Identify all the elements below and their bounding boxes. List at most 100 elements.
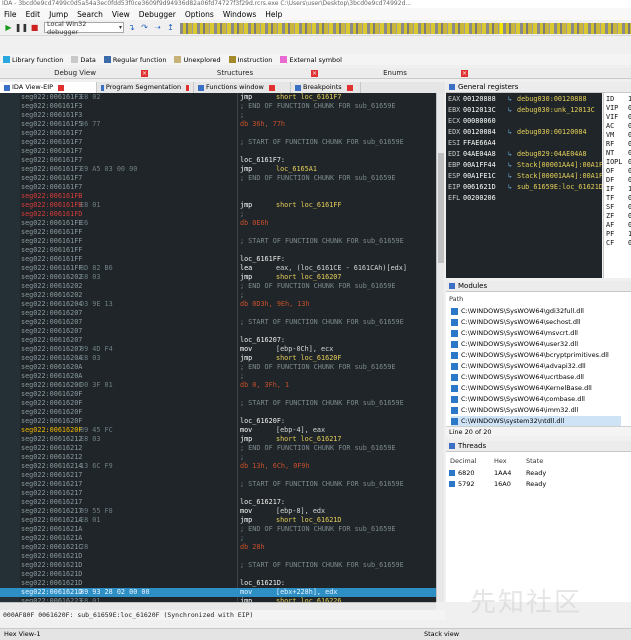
registers-panel[interactable]: EAX 00120888 ↳ debug030:00120888 EBX 0012013C…	[446, 93, 602, 278]
module-row[interactable]: C:\WINDOWS\system32\ntdll.dll	[451, 416, 621, 426]
module-row[interactable]: C:\WINDOWS\SysWOW64\ucrtbase.dll	[451, 372, 584, 382]
flag-row[interactable]: DF0	[606, 176, 631, 185]
module-row[interactable]: C:\WINDOWS\SysWOW64\user32.dll	[451, 339, 578, 349]
register-reference[interactable]: debug030:unk_12013C	[517, 106, 595, 114]
flag-row[interactable]: CF0	[606, 239, 631, 248]
close-icon[interactable]	[268, 84, 275, 91]
jump-arrow-icon[interactable]: ↳	[508, 183, 517, 192]
tab-hex-view[interactable]: Hex View-1	[4, 629, 41, 640]
jump-arrow-icon[interactable]: ↳	[508, 172, 517, 181]
code-line[interactable]: seg022:0061621A;	[0, 534, 436, 543]
flag-row[interactable]: IF1	[606, 185, 631, 194]
disassembly-view[interactable]: seg022:006161F3 E8 02 jmp short loc_6161F7 s…	[0, 93, 436, 602]
disassembly-horizontal-scrollbar[interactable]	[0, 602, 436, 610]
code-line[interactable]: seg022:00616207 loc_616207:	[0, 336, 436, 345]
code-line[interactable]: seg022:006161FF	[0, 228, 436, 237]
menu-item-debugger[interactable]: Debugger	[139, 10, 176, 19]
code-line[interactable]: seg022:0061621A E8 01 jmp short loc_61621D	[0, 516, 436, 525]
code-line[interactable]: seg022:006161FF loc_6161FF:	[0, 255, 436, 264]
menu-item-edit[interactable]: Edit	[26, 10, 41, 19]
code-line[interactable]: seg022:006161FB	[0, 192, 436, 201]
flag-row[interactable]: VIP0	[606, 104, 631, 113]
code-line[interactable]: seg022:00616202 E8 03 jmp short loc_616207	[0, 273, 436, 282]
code-line[interactable]: seg022:00616212;	[0, 453, 436, 462]
code-line[interactable]: seg022:006161FE E6 db 0E6h	[0, 219, 436, 228]
register-value[interactable]: 00120888	[463, 95, 508, 104]
flag-row[interactable]: NT0	[606, 149, 631, 158]
register-row[interactable]: ESI FFAE66A4	[448, 139, 508, 148]
register-row[interactable]: EDI 04AE04A8 ↳ debug029:04AE04A8	[448, 150, 587, 159]
register-reference[interactable]: Stack[00001AA4]:00A1FF44	[517, 161, 602, 169]
close-icon[interactable]	[346, 84, 353, 91]
register-row[interactable]: EIP 0061621D ↳ sub_61659E:loc_61621D	[448, 183, 602, 192]
code-line[interactable]: seg022:006161FD;	[0, 210, 436, 219]
code-line[interactable]: seg022:0061621D 89 93 28 02 00 00 mov [ebx+…	[0, 588, 436, 597]
tab-debug-view[interactable]: Debug View ×	[0, 68, 150, 79]
tab-breakpoints[interactable]: Breakpoints	[291, 82, 361, 93]
register-row[interactable]: EFL 00200206	[448, 194, 508, 203]
module-row[interactable]: C:\WINDOWS\SysWOW64\combase.dll	[451, 394, 585, 404]
code-line[interactable]: seg022:006161F3;	[0, 111, 436, 120]
module-row[interactable]: C:\WINDOWS\SysWOW64\sechost.dll	[451, 317, 581, 327]
flag-row[interactable]: TF0	[606, 194, 631, 203]
code-line[interactable]: seg022:006161F7	[0, 183, 436, 192]
code-line[interactable]: seg022:006161F3 E8 02 jmp short loc_6161F7	[0, 93, 436, 102]
flag-row[interactable]: SF0	[606, 203, 631, 212]
flag-row[interactable]: AC0	[606, 122, 631, 131]
tab-ida-view-eip[interactable]: IDA View-EIP	[0, 82, 97, 93]
modules-list[interactable]: Path C:\WINDOWS\SysWOW64\gdi32full.dll C:…	[446, 292, 631, 426]
stop-icon[interactable]: ■	[29, 22, 40, 33]
thread-row[interactable]: 6820 1AA4 Ready	[446, 468, 631, 478]
register-row[interactable]: ECX 00080060	[448, 117, 508, 126]
code-line[interactable]: seg022:00616207	[0, 309, 436, 318]
close-icon[interactable]: ×	[311, 70, 318, 77]
code-line[interactable]: seg022:0061620F	[0, 408, 436, 417]
close-icon[interactable]: ×	[461, 70, 468, 77]
flag-row[interactable]: PF1	[606, 230, 631, 239]
step-into-icon[interactable]: ↴	[126, 22, 137, 33]
register-row[interactable]: EDX 00120084 ↳ debug030:00120084	[448, 128, 587, 137]
register-row[interactable]: EBX 0012013C ↳ debug030:unk_12013C	[448, 106, 595, 115]
flag-row[interactable]: IOPL0	[606, 158, 631, 167]
disassembly-scrollbar[interactable]	[436, 93, 444, 602]
code-line[interactable]: seg022:0061620F 89 45 FC mov [ebp-4], eax	[0, 426, 436, 435]
code-line[interactable]: seg022:0061620A ; END OF FUNCTION CHUNK F…	[0, 363, 436, 372]
code-line[interactable]: seg022:0061620F ; START OF FUNCTION CHUNK…	[0, 399, 436, 408]
menu-item-view[interactable]: View	[112, 10, 130, 19]
code-line[interactable]: seg022:0061620A E8 03 jmp short loc_61620F	[0, 354, 436, 363]
menu-item-windows[interactable]: Windows	[223, 10, 256, 19]
flag-row[interactable]: OF0	[606, 167, 631, 176]
code-line[interactable]: seg022:00616207 ; START OF FUNCTION CHUNK…	[0, 318, 436, 327]
code-line[interactable]: seg022:00616207 89 4D F4 mov [ebp-0Ch], ecx	[0, 345, 436, 354]
register-row[interactable]: ESP00A1FE1C↳Stack[00001AA4]:00A1FE1C	[448, 172, 602, 181]
code-line[interactable]: seg022:006161F3 ; END OF FUNCTION CHUNK F…	[0, 102, 436, 111]
code-line[interactable]: seg022:00616204 D3 9E 13 db 0D3h, 9Eh, 13h	[0, 300, 436, 309]
close-icon[interactable]	[58, 84, 65, 91]
tab-structures[interactable]: Structures ×	[150, 68, 320, 79]
register-value[interactable]: 00A1FE1C	[463, 172, 508, 181]
code-line[interactable]: seg022:006161FF	[0, 246, 436, 255]
register-reference[interactable]: Stack[00001AA4]:00A1FE1C	[517, 172, 602, 180]
flag-row[interactable]: VM0	[606, 131, 631, 140]
flags-panel[interactable]: ID1VIP0VIF0AC0VM0RF0NT0IOPL0OF0DF0IF1TF0…	[603, 93, 631, 278]
code-line[interactable]: seg022:0061621D	[0, 570, 436, 579]
register-value[interactable]: 04AE04A8	[463, 150, 508, 159]
threads-col-decimal[interactable]: Decimal	[450, 456, 477, 466]
code-line[interactable]: seg022:00616202 ; END OF FUNCTION CHUNK F…	[0, 282, 436, 291]
flag-row[interactable]: AF0	[606, 221, 631, 230]
code-line[interactable]: seg022:00616217	[0, 471, 436, 480]
register-value[interactable]: 00A1FF44	[463, 161, 508, 170]
code-line[interactable]: seg022:0061620C 00 3F 01 db 0, 3Fh, 1	[0, 381, 436, 390]
navigation-band[interactable]	[180, 23, 631, 34]
jump-arrow-icon[interactable]: ↳	[508, 106, 517, 115]
register-value[interactable]: 0012013C	[463, 106, 508, 115]
register-value[interactable]: 00120084	[463, 128, 508, 137]
flag-row[interactable]: ZF0	[606, 212, 631, 221]
menu-item-search[interactable]: Search	[77, 10, 103, 19]
threads-col-hex[interactable]: Hex	[494, 456, 507, 466]
code-line[interactable]: seg022:00616212 ; END OF FUNCTION CHUNK F…	[0, 444, 436, 453]
flag-row[interactable]: VIF0	[606, 113, 631, 122]
code-line[interactable]: seg022:006161FF ; START OF FUNCTION CHUNK…	[0, 237, 436, 246]
code-line[interactable]: seg022:006161F7	[0, 129, 436, 138]
close-icon[interactable]	[186, 84, 189, 91]
